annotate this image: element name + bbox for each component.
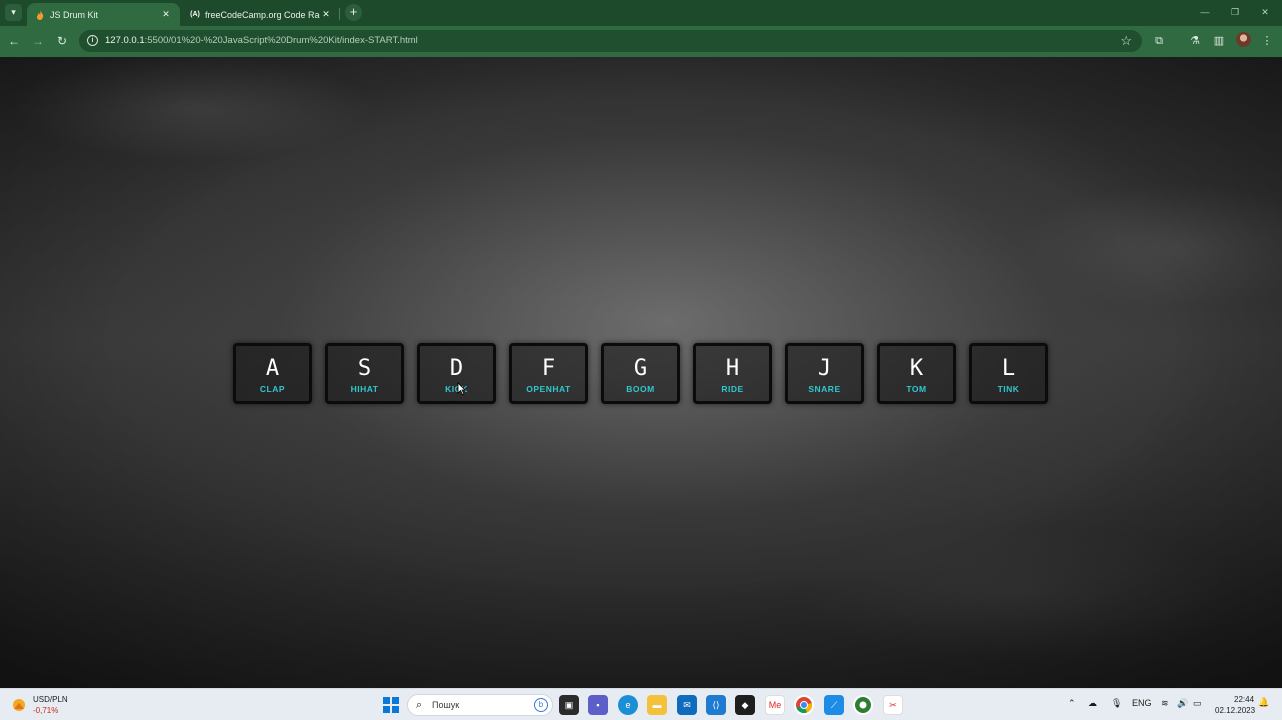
drum-key-f[interactable]: F OPENHAT — [509, 343, 588, 404]
search-placeholder: Пошук — [432, 700, 460, 710]
tab-js-drum-kit[interactable]: JS Drum Kit ✕ — [27, 3, 180, 26]
drum-key-a[interactable]: A CLAP — [233, 343, 312, 404]
tray-overflow-icon[interactable]: ⌃ — [1068, 698, 1076, 709]
tab-divider — [339, 8, 340, 20]
tab-code-radio[interactable]: (A) freeCodeCamp.org Code Radio ✕ — [182, 3, 340, 26]
microphone-icon[interactable]: 🎙 — [1111, 698, 1122, 709]
currency-widget-icon[interactable] — [10, 696, 28, 714]
taskbar-search[interactable]: ⌕ Пошук b — [407, 694, 553, 716]
vscode-icon[interactable]: ⟨⟩ — [706, 695, 726, 715]
wifi-icon[interactable]: ≋ — [1161, 698, 1169, 709]
key-letter: H — [725, 356, 740, 381]
key-letter: F — [541, 356, 556, 381]
sound-label: OPENHAT — [526, 384, 571, 394]
window-close-icon[interactable]: ✕ — [1250, 4, 1280, 21]
key-letter: J — [817, 356, 832, 381]
volume-icon[interactable]: 🔊 — [1177, 698, 1188, 709]
side-panel-icon[interactable]: ▥ — [1210, 32, 1228, 50]
drum-kit-page: A CLAP S HIHAT D KICK F OPENHAT G BOOM H RIDE J SNARE… — [0, 57, 1282, 688]
drum-key-k[interactable]: K TOM — [877, 343, 956, 404]
task-view-icon[interactable]: ▣ — [559, 695, 579, 715]
bing-icon[interactable]: b — [534, 698, 548, 712]
new-tab-button[interactable]: + — [345, 4, 362, 21]
sound-label: RIDE — [721, 384, 744, 394]
drum-key-g[interactable]: G BOOM — [601, 343, 680, 404]
key-letter: S — [357, 356, 372, 381]
minimize-icon[interactable]: — — [1190, 4, 1220, 21]
kebab-menu-icon[interactable]: ⋮ — [1258, 32, 1276, 50]
sound-label: CLAP — [259, 384, 286, 394]
drum-key-h[interactable]: H RIDE — [693, 343, 772, 404]
battery-icon[interactable]: ▭ — [1193, 698, 1202, 709]
edge-browser-icon[interactable]: e — [618, 695, 638, 715]
tab-title: JS Drum Kit — [50, 9, 99, 20]
back-arrow-icon[interactable]: ← — [6, 33, 22, 49]
key-letter: L — [1001, 356, 1016, 381]
windows-taskbar: USD/PLN -0,71% ⌕ Пошук b ▣ ▪ e ▬ ✉ ⟨⟩ ◆ … — [0, 688, 1282, 720]
drum-key-j[interactable]: J SNARE — [785, 343, 864, 404]
search-icon: ⌕ — [416, 699, 423, 711]
lab-flask-icon[interactable]: ⚗ — [1186, 32, 1204, 50]
drum-key-s[interactable]: S HIHAT — [325, 343, 404, 404]
profile-avatar[interactable] — [1236, 32, 1251, 47]
mail-icon[interactable]: ✉ — [677, 695, 697, 715]
clock-date[interactable]: 02.12.2023 — [1215, 706, 1255, 715]
sound-label: HIHAT — [350, 384, 379, 394]
key-letter: A — [265, 356, 280, 381]
browser-tab-strip: ▾ JS Drum Kit ✕ (A) freeCodeCamp.org Cod… — [0, 0, 1282, 26]
file-explorer-icon[interactable]: ▬ — [647, 695, 667, 715]
teams-chat-icon[interactable]: ▪ — [588, 695, 608, 715]
key-letter: D — [449, 356, 464, 381]
windows-start-icon[interactable] — [381, 695, 401, 715]
drum-keys: A CLAP S HIHAT D KICK F OPENHAT G BOOM H RIDE J SNARE… — [233, 343, 1048, 404]
chrome-icon[interactable] — [794, 695, 814, 715]
sound-label: BOOM — [626, 384, 655, 394]
tab-title: freeCodeCamp.org Code Radio — [205, 9, 320, 20]
onedrive-icon[interactable]: ☁ — [1088, 698, 1097, 709]
drum-key-l[interactable]: L TINK — [969, 343, 1048, 404]
bookmark-star-icon[interactable]: ☆ — [1120, 33, 1132, 49]
key-letter: K — [909, 356, 924, 381]
app-store-icon[interactable]: ⟋ — [824, 695, 844, 715]
fcc-icon: (A) — [190, 11, 200, 18]
chrome-profile-icon[interactable] — [853, 695, 873, 715]
browser-toolbar: ← → ↻ i 127.0.0.1:5500/01%20-%20JavaScri… — [0, 26, 1282, 57]
site-info-icon[interactable]: i — [87, 35, 98, 46]
fire-icon — [35, 9, 45, 20]
close-icon[interactable]: ✕ — [320, 9, 332, 20]
language-indicator[interactable]: ENG — [1132, 698, 1152, 708]
tab-search-button[interactable]: ▾ — [5, 4, 22, 21]
snipping-tool-icon[interactable]: ✂ — [883, 695, 903, 715]
reload-icon[interactable]: ↻ — [54, 33, 70, 49]
figma-icon[interactable]: ◆ — [735, 695, 755, 715]
widget-value: -0,71% — [33, 706, 59, 715]
notification-bell-icon[interactable]: 🔔 — [1258, 697, 1269, 708]
mercado-app-icon[interactable]: Me — [765, 695, 785, 715]
extensions-icon[interactable]: ⧉ — [1150, 32, 1168, 50]
close-icon[interactable]: ✕ — [160, 9, 172, 20]
sound-label: TINK — [997, 384, 1020, 394]
clock-time[interactable]: 22:44 — [1234, 695, 1254, 704]
key-letter: G — [633, 356, 648, 381]
url-text: 127.0.0.1:5500/01%20-%20JavaScript%20Dru… — [105, 35, 418, 46]
sound-label: SNARE — [808, 384, 841, 394]
address-bar[interactable]: i 127.0.0.1:5500/01%20-%20JavaScript%20D… — [79, 30, 1142, 52]
widget-title: USD/PLN — [33, 695, 68, 704]
restore-icon[interactable]: ❐ — [1220, 4, 1250, 21]
sound-label: TOM — [906, 384, 927, 394]
mouse-cursor-icon — [457, 382, 466, 395]
forward-arrow-icon[interactable]: → — [30, 33, 46, 49]
